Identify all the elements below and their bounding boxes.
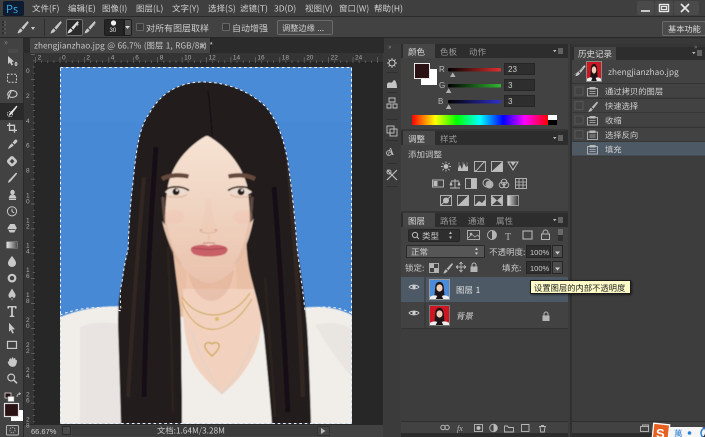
svg-text:S: S — [656, 426, 665, 437]
